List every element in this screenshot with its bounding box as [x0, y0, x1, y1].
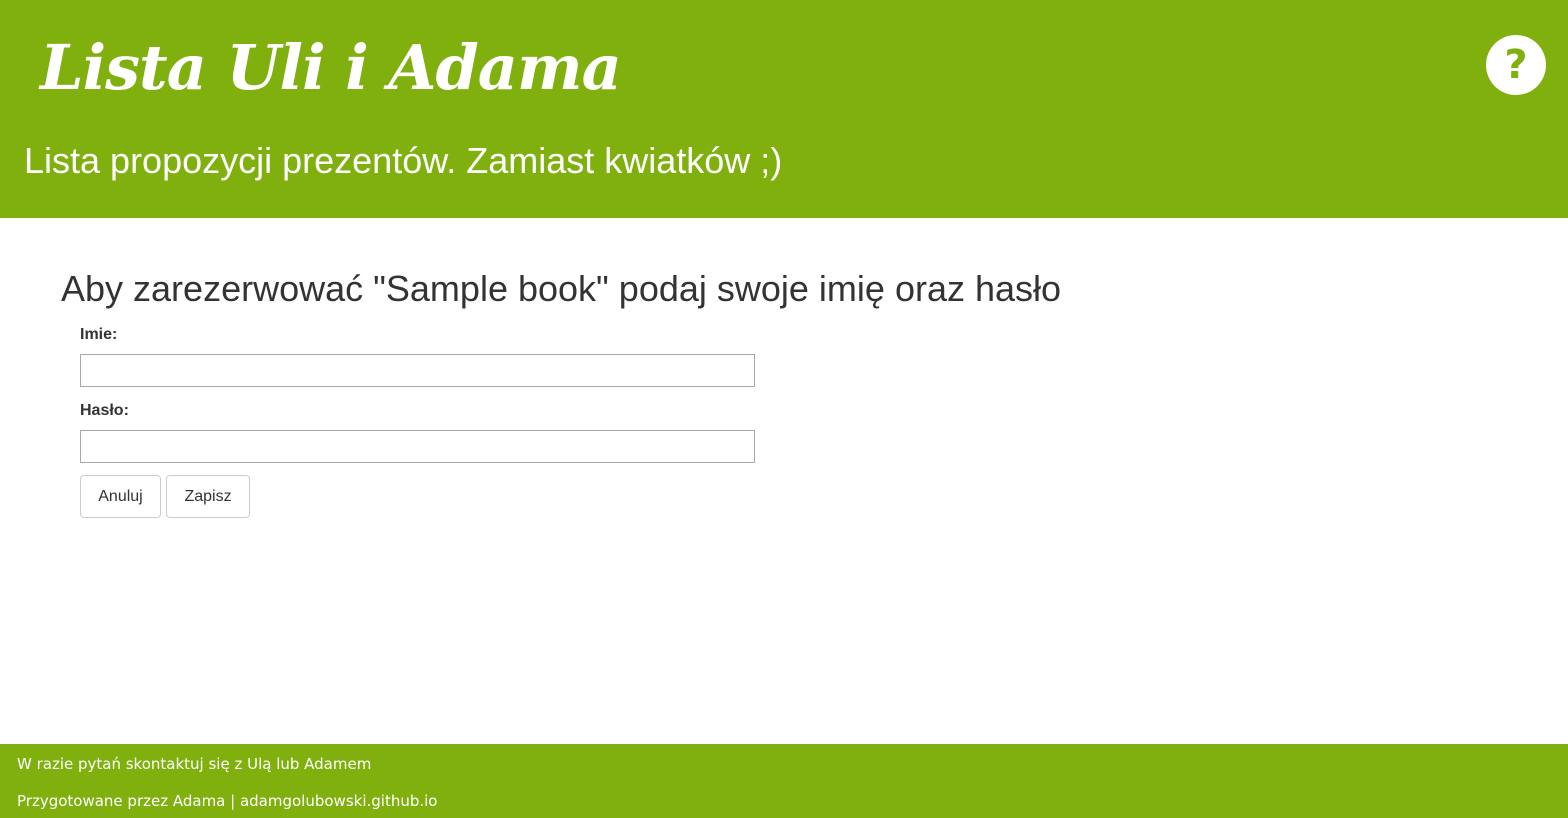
author-site-link[interactable]: adamgolubowski.github.io: [240, 792, 438, 810]
footer-contact-text: W razie pytań skontaktuj się z Ulą lub A…: [17, 755, 372, 773]
help-button[interactable]: ?: [1486, 35, 1546, 95]
footer-credits: Przygotowane przez Adama | adamgolubowsk…: [17, 791, 437, 811]
cancel-button[interactable]: Anuluj: [80, 475, 161, 518]
footer-separator: |: [225, 792, 240, 810]
name-field[interactable]: [80, 354, 755, 387]
name-label: Imie:: [80, 326, 118, 343]
page-subtitle: Lista propozycji prezentów. Zamiast kwia…: [24, 140, 783, 181]
footer-prepared-by: Przygotowane przez Adama: [17, 792, 226, 810]
question-mark-icon: ?: [1504, 42, 1528, 88]
site-logo[interactable]: Lista Uli i Adama: [40, 28, 622, 108]
save-button[interactable]: Zapisz: [166, 475, 250, 518]
page-footer: W razie pytań skontaktuj się z Ulą lub A…: [0, 744, 1568, 818]
password-field[interactable]: [80, 430, 755, 463]
password-label: Hasło:: [80, 402, 129, 419]
reservation-heading: Aby zarezerwować "Sample book" podaj swo…: [61, 268, 1062, 309]
page-header: Lista Uli i Adama ? Lista propozycji pre…: [0, 0, 1568, 218]
